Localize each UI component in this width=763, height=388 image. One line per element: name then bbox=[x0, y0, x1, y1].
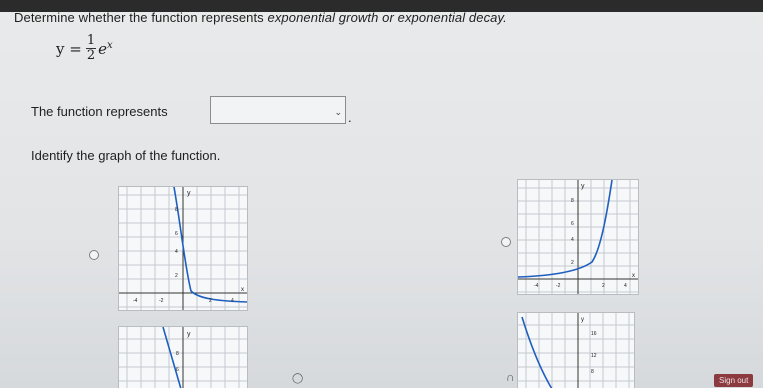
graph-a-tick: 8 bbox=[175, 207, 178, 213]
graph-b-tick: 6 bbox=[571, 221, 574, 227]
cursor-icon: ◯ bbox=[292, 373, 304, 384]
graph-d-tick: 16 bbox=[591, 331, 597, 337]
statement-text: The function represents bbox=[31, 104, 168, 119]
graph-b-tick: 4 bbox=[624, 283, 627, 289]
question-prompt: Determine whether the function represent… bbox=[14, 10, 507, 25]
graph-a-x-label: x bbox=[241, 287, 244, 293]
graph-b-tick: 4 bbox=[571, 237, 574, 243]
graph-a-tick: 2 bbox=[175, 273, 178, 279]
graph-b-tick: -4 bbox=[534, 283, 539, 289]
identify-graph-label: Identify the graph of the function. bbox=[31, 148, 221, 163]
graph-option-a[interactable]: y x 8 6 4 2 -4 -2 2 4 bbox=[118, 186, 248, 311]
exponential-term: ex bbox=[98, 40, 113, 58]
graph-a-tick: 4 bbox=[175, 249, 178, 255]
graph-b-tick: -2 bbox=[556, 283, 561, 289]
graph-a-plot: y x 8 6 4 2 -4 -2 2 4 bbox=[119, 187, 247, 310]
graph-c-tick: 8 bbox=[176, 351, 179, 357]
sign-out-button[interactable]: Sign out bbox=[714, 374, 754, 387]
graph-c-plot: y 8 6 bbox=[119, 327, 247, 388]
prompt-text: Determine whether the function represent… bbox=[14, 10, 268, 25]
graph-c-y-label: y bbox=[187, 331, 191, 338]
graph-option-c[interactable]: y 8 6 bbox=[118, 326, 248, 388]
graph-d-tick: 8 bbox=[591, 369, 594, 375]
graph-a-y-label: y bbox=[187, 190, 191, 197]
equation-lhs: y = bbox=[56, 39, 82, 58]
graph-b-tick: 2 bbox=[602, 283, 605, 289]
answer-dropdown[interactable]: ⌄ bbox=[210, 96, 346, 124]
graph-b-plot: y x 8 6 4 2 -4 -2 2 4 bbox=[518, 180, 638, 294]
prompt-emphasis: exponential growth or exponential decay. bbox=[267, 10, 507, 25]
graph-option-b-radio[interactable] bbox=[501, 237, 511, 247]
graph-d-plot: y 16 12 8 bbox=[518, 313, 634, 388]
graph-a-tick: 2 bbox=[209, 298, 212, 304]
fraction-numerator: 1 bbox=[85, 33, 97, 49]
graph-d-y-label: y bbox=[581, 317, 584, 323]
graph-c-tick: 6 bbox=[176, 367, 179, 373]
graph-b-tick: 8 bbox=[571, 198, 574, 204]
graph-b-tick: 2 bbox=[571, 260, 574, 266]
graph-a-tick: -2 bbox=[159, 298, 164, 304]
graph-b-x-label: x bbox=[632, 273, 635, 279]
graph-d-tick: 12 bbox=[591, 353, 597, 359]
exponential-exponent: x bbox=[106, 39, 113, 51]
graph-option-a-radio[interactable] bbox=[89, 250, 99, 260]
statement-period: . bbox=[348, 110, 352, 125]
graph-option-d[interactable]: y 16 12 8 bbox=[517, 312, 635, 388]
graph-a-tick: 6 bbox=[175, 231, 178, 237]
graph-c-curve bbox=[162, 327, 182, 388]
graph-option-b[interactable]: y x 8 6 4 2 -4 -2 2 4 bbox=[517, 179, 639, 295]
coefficient-fraction: 1 2 bbox=[85, 33, 97, 63]
function-equation: y = 1 2 ex bbox=[56, 34, 113, 63]
chevron-down-icon: ⌄ bbox=[334, 107, 342, 117]
radio-icon: ∩ bbox=[506, 370, 515, 384]
fraction-denominator: 2 bbox=[86, 48, 96, 63]
exponential-base: e bbox=[98, 39, 107, 58]
graph-b-y-label: y bbox=[581, 183, 585, 190]
graph-a-tick: 4 bbox=[231, 298, 234, 304]
graph-a-tick: -4 bbox=[133, 298, 138, 304]
